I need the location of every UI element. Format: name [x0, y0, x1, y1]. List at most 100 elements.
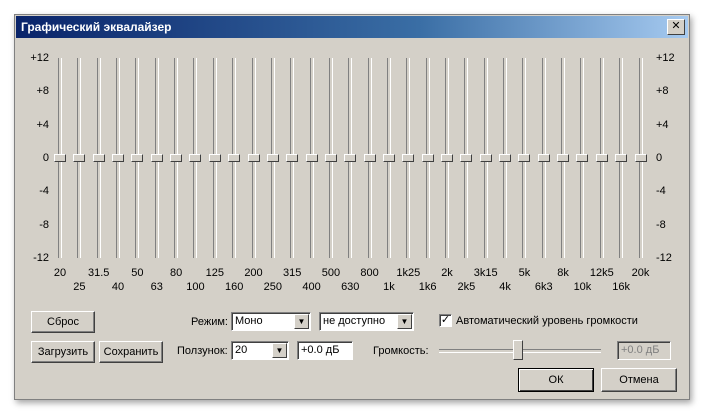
reset-button-label: Сброс	[47, 316, 79, 328]
eq-band-frequency: 63	[150, 281, 163, 293]
eq-slider-thumb[interactable]	[150, 154, 163, 162]
auto-volume-label: Автоматический уровень громкости	[456, 315, 638, 327]
window-title: Графический эквалайзер	[21, 20, 172, 34]
eq-slider-thumb[interactable]	[615, 154, 628, 162]
eq-band-frequency: 100	[186, 281, 205, 293]
slider-select-value: 20	[235, 344, 248, 356]
eq-slider-thumb[interactable]	[557, 154, 570, 162]
mode-label: Режим:	[191, 316, 228, 328]
slider-label: Ползунок:	[177, 345, 228, 357]
eq-slider-thumb[interactable]	[208, 154, 221, 162]
slider-select[interactable]: 20 ▼	[231, 341, 289, 360]
eq-band-frequency: 20	[53, 267, 67, 279]
cancel-button-label: Отмена	[619, 374, 659, 386]
db-scale-label-right: 0	[656, 152, 663, 164]
eq-slider-thumb[interactable]	[363, 154, 376, 162]
db-scale-label-left: +12	[30, 52, 49, 64]
db-scale-label-left: +8	[36, 85, 49, 98]
eq-slider-thumb[interactable]	[518, 154, 531, 162]
db-scale-label-left: 0	[42, 152, 49, 164]
eq-slider-thumb[interactable]	[73, 154, 86, 162]
volume-db-field: +0.0 дБ	[617, 341, 671, 360]
eq-band-frequency: 160	[224, 281, 244, 293]
db-scale-label-left: -12	[33, 252, 49, 264]
load-button[interactable]: Загрузить	[31, 341, 95, 363]
close-button[interactable]: ✕	[667, 19, 685, 35]
mode-select[interactable]: Моно ▼	[231, 312, 311, 331]
mode2-select[interactable]: не доступно ▼	[319, 312, 414, 331]
eq-slider-thumb[interactable]	[576, 154, 589, 162]
db-scale-label-right: -12	[656, 252, 672, 264]
chevron-down-icon: ▼	[272, 343, 287, 358]
eq-band-frequency: 40	[111, 281, 125, 293]
eq-slider-thumb[interactable]	[170, 154, 183, 162]
db-scale-label-right: +12	[656, 52, 675, 64]
save-button-label: Сохранить	[103, 346, 159, 358]
eq-band-frequency: 250	[263, 281, 283, 293]
eq-band-frequency: 200	[244, 267, 263, 279]
eq-band-frequency: 4k	[499, 281, 511, 293]
db-scale-label-left: +4	[36, 118, 49, 131]
eq-band-frequency: 8k	[557, 267, 569, 279]
slider-db-field[interactable]: +0.0 дБ	[297, 341, 353, 360]
eq-slider-thumb[interactable]	[92, 154, 105, 162]
eq-band-frequency: 500	[321, 267, 341, 279]
db-scale-label-left: -4	[39, 185, 49, 198]
cancel-button[interactable]: Отмена	[601, 368, 677, 392]
auto-volume-checkbox[interactable]: ✓	[439, 314, 452, 327]
eq-band-frequency: 1k25	[396, 267, 421, 279]
eq-band-frequency: 80	[169, 267, 183, 279]
eq-band-frequency: 12k5	[589, 267, 614, 279]
db-scale-label-right: -8	[656, 218, 666, 231]
eq-slider-thumb[interactable]	[112, 154, 125, 162]
eq-slider-thumb[interactable]	[402, 154, 415, 162]
eq-band-frequency: 5k	[518, 267, 531, 279]
eq-slider-thumb[interactable]	[634, 154, 647, 162]
eq-slider-thumb[interactable]	[382, 154, 395, 162]
eq-band-frequency: 2k5	[457, 281, 476, 293]
close-icon: ✕	[671, 20, 681, 32]
eq-band-frequency: 630	[341, 281, 360, 293]
eq-band-frequency: 25	[73, 281, 86, 293]
eq-band-frequency: 2k	[441, 267, 453, 279]
ok-button[interactable]: ОК	[518, 368, 594, 392]
eq-slider-thumb[interactable]	[266, 154, 279, 162]
eq-slider-thumb[interactable]	[54, 154, 66, 162]
eq-band-frequency: 125	[205, 267, 224, 279]
mode-select-value: Моно	[235, 315, 263, 327]
eq-slider-thumb[interactable]	[421, 154, 434, 162]
eq-slider-thumb[interactable]	[189, 154, 202, 162]
save-button[interactable]: Сохранить	[99, 341, 163, 363]
db-scale-label-right: +8	[656, 85, 669, 98]
eq-slider-thumb[interactable]	[247, 154, 260, 162]
eq-band-frequency: 800	[360, 267, 379, 279]
reset-button[interactable]: Сброс	[31, 311, 95, 333]
eq-band-frequency: 6k3	[534, 281, 553, 293]
eq-band-frequency: 10k	[573, 281, 592, 293]
volume-label: Громкость:	[373, 345, 429, 357]
mode2-select-value: не доступно	[323, 315, 386, 327]
eq-band-frequency: 1k6	[418, 281, 437, 293]
eq-band-frequency: 16k	[612, 281, 631, 293]
load-button-label: Загрузить	[37, 346, 89, 358]
eq-slider-thumb[interactable]	[499, 154, 512, 162]
chevron-down-icon: ▼	[397, 314, 412, 329]
eq-slider-thumb[interactable]	[595, 154, 608, 162]
eq-slider-thumb[interactable]	[460, 154, 473, 162]
eq-slider-thumb[interactable]	[441, 154, 453, 162]
check-icon: ✓	[440, 314, 451, 326]
eq-slider-thumb[interactable]	[479, 154, 492, 162]
eq-slider-thumb[interactable]	[228, 154, 241, 162]
eq-slider-thumb[interactable]	[131, 154, 144, 162]
eq-band-frequency: 3k15	[473, 267, 498, 279]
eq-band-frequency: 315	[283, 267, 302, 279]
eq-slider-thumb[interactable]	[324, 154, 337, 162]
eq-slider-thumb[interactable]	[305, 154, 318, 162]
db-scale-label-right: +4	[656, 118, 669, 131]
eq-slider-thumb[interactable]	[344, 154, 357, 162]
eq-band-frequency: 20k	[631, 267, 650, 279]
eq-band-frequency: 50	[131, 267, 144, 279]
eq-slider-thumb[interactable]	[537, 154, 550, 162]
eq-slider-thumb[interactable]	[286, 154, 299, 162]
volume-slider-thumb[interactable]	[513, 340, 524, 360]
